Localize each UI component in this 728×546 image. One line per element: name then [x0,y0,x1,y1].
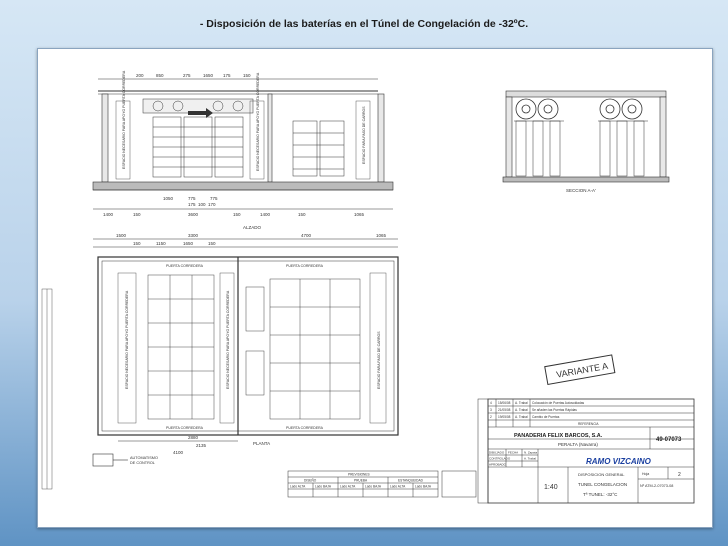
plan-view: 1500 3300 4700 1065 150 1150 1650 150 ES… [92,233,399,467]
elev-dim: 1650 [203,73,214,78]
client-name: PANADERIA FELIX BARCOS, S.A. [514,433,603,439]
rev-text: Colocación de Puertas Autosoldadas [532,401,585,405]
elev-dim: 1065 [354,212,365,217]
left-margin-notes [41,288,53,490]
table-col: PRUEBA [354,479,368,483]
plan-dim: 1650 [183,241,194,246]
plan-dim: 150 [208,241,216,246]
title-block: 4 15/06/08 A. Trabal Colocación de Puert… [477,398,695,504]
description-line: Tª TUNEL: -32°C [583,492,618,497]
elev-dim: 3600 [188,212,199,217]
rev-num: 3 [490,408,492,412]
description-line: TUNEL CONGELACION [578,482,627,487]
elev-dim: 775 [188,196,196,201]
door-label: PUERTA CORREDERA [286,426,324,430]
client-location: PERALTA (Navarra) [558,442,598,447]
control-label: DE CONTROL [130,461,155,465]
plan-dim: 2880 [188,435,199,440]
drawing-sheet: 200 850 275 1650 175 150 ESPACIO NECESAR… [37,48,713,528]
plan-dim: 4700 [301,233,312,238]
plan-dim: 150 [133,241,141,246]
elevation-view: 200 850 275 1650 175 150 ESPACIO NECESAR… [92,70,394,230]
slide-title: - Disposición de las baterías en el Túne… [199,18,529,30]
company-logo: RAMO VIZCAINO [586,457,652,466]
rev-num: 2 [490,415,492,419]
rev-header: REFERENCIA [578,422,599,426]
table-subcol: Lado ALTA [340,485,356,489]
elevation-label: ALZADO [243,225,262,230]
side-note: ESPACIO PARA PASO DE CARROS [377,331,381,389]
plan-dim: 1065 [376,233,387,238]
elev-dim: 150 [243,73,251,78]
plan-dim: 4100 [173,450,184,455]
table-col: ESTANQUEIDAD [398,479,424,483]
drawn-label: DIBUJADO [489,451,505,455]
cad-drawing: 200 850 275 1650 175 150 ESPACIO NECESAR… [41,70,695,504]
side-note: ESPACIO NECESARIO PARA APOYO PUERTA CORR… [122,70,126,169]
legend-table: PREVISIONES DISEÑO PRUEBA ESTANQUEIDAD L… [287,470,477,498]
elev-dim: 150 [298,212,306,217]
scale: 1:40 [544,484,558,491]
door-label: PUERTA CORREDERA [286,264,324,268]
elev-dim: 1400 [103,212,114,217]
drawn-date-header: FECHA [508,451,518,455]
side-note: ESPACIO PARA PASO DE CARROS [362,106,366,164]
rev-text: Cambio de Puertas [532,415,560,419]
elev-dim: 175 [188,202,196,207]
table-subcol: Lado ALTA [290,485,306,489]
rev-by: A. Trabal [515,401,528,405]
section-view: SECCION A-A' [502,90,670,193]
rev-date: 19/05/08 [498,415,511,419]
drawing-number: 49-07073 [656,437,682,443]
plan-dim: 1150 [156,241,166,246]
checked-label: CONTROLADO [489,457,511,461]
approved-label: APROBADO [489,463,507,467]
rev-num: 4 [490,401,492,405]
table-col: DISEÑO [304,478,317,483]
control-label: AUTOMATISMO [130,456,158,460]
rev-by: A. Trabal [515,415,528,419]
elev-dim: 170 [208,202,216,207]
table-subcol: Lado ALTA [390,485,406,489]
rev-date: 15/06/08 [498,401,511,405]
door-label: PUERTA CORREDERA [166,426,204,430]
file-ref: Nº ATM-2-07073-08 [640,484,673,488]
sheet-number: 2 [678,472,681,478]
section-label: SECCION A-A' [566,188,596,193]
elev-dim: 1050 [163,196,174,201]
description-line: DISPOSICION GENERAL [578,472,625,477]
table-subcol: Lado BAJA [415,485,432,489]
side-note: ESPACIO NECESARIO PARA APOYO PUERTA CORR… [226,290,230,389]
elev-dim: 775 [210,196,218,201]
elev-dim: 200 [136,73,144,78]
variant-stamp: VARIANTE A [544,354,616,386]
door-label: PUERTA CORREDERA [166,264,204,268]
elev-dim: 100 [198,202,206,207]
rev-text: Se añaden las Puertas Rápidas [532,408,577,412]
sheet-label: Hoja [642,472,649,476]
plan-dim: 1500 [116,233,127,238]
elev-dim: 1400 [260,212,271,217]
rev-by: A. Trabal [515,408,528,412]
side-note: ESPACIO NECESARIO PARA APOYO PUERTA CORR… [256,72,260,171]
checked-by: A. Trabal [524,457,536,461]
rev-date: 21/05/08 [498,408,511,412]
table-subcol: Lado BAJA [315,485,332,489]
side-note: ESPACIO NECESARIO PARA APOYO PUERTA CORR… [125,290,129,389]
elev-dim: 175 [223,73,231,78]
table-subcol: Lado BAJA [365,485,382,489]
table-header: PREVISIONES [348,473,370,477]
plan-dim: 2135 [196,443,207,448]
plan-dim: 3300 [188,233,199,238]
elev-dim: 150 [133,212,141,217]
elev-dim: 150 [233,212,241,217]
plan-label: PLANTA [253,441,270,446]
elev-dim: 850 [156,73,164,78]
drawn-by: N. Zapata [524,451,538,455]
elev-dim: 275 [183,73,191,78]
